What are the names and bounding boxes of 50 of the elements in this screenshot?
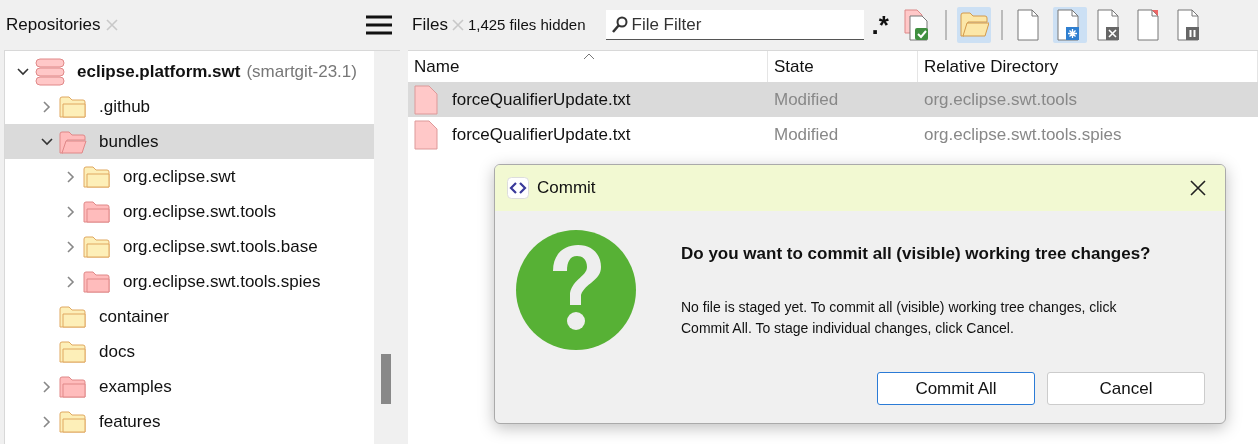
tree-item[interactable]: container bbox=[5, 299, 374, 334]
scrollbar-thumb[interactable] bbox=[381, 354, 391, 404]
file-name: forceQualifierUpdate.txt bbox=[452, 88, 631, 111]
panel-title: Files bbox=[412, 14, 448, 37]
expand-icon[interactable] bbox=[41, 380, 53, 393]
sort-icon bbox=[583, 53, 595, 60]
tree-item[interactable]: features bbox=[5, 404, 374, 439]
tree-item[interactable]: examples bbox=[5, 369, 374, 404]
expand-icon[interactable] bbox=[65, 275, 77, 288]
collapse-icon[interactable] bbox=[17, 65, 29, 78]
file-name: forceQualifierUpdate.txt bbox=[452, 123, 631, 146]
tree-item[interactable]: .github bbox=[5, 89, 374, 124]
app-icon bbox=[507, 177, 529, 199]
file-row[interactable]: forceQualifierUpdate.txt Modified org.eclipse.swt.tools.spies bbox=[408, 117, 1258, 152]
tree-item[interactable]: org.eclipse.swt.tools.base bbox=[5, 229, 374, 264]
dialog-button[interactable]: Cancel bbox=[1047, 372, 1205, 405]
expand-icon[interactable] bbox=[65, 205, 77, 218]
collapse-icon[interactable] bbox=[41, 135, 53, 148]
tree-item[interactable]: bundles bbox=[5, 124, 374, 159]
file-state: Modified bbox=[773, 123, 840, 146]
dialog-title: Commit bbox=[537, 177, 596, 200]
dialog-button[interactable]: Commit All bbox=[877, 372, 1035, 405]
file-filter-field[interactable]: File Filter bbox=[605, 10, 864, 40]
question-icon bbox=[515, 229, 637, 351]
file-row[interactable]: forceQualifierUpdate.txt Modified org.eclipse.swt.tools bbox=[408, 82, 1258, 117]
panel-title: Repositories bbox=[6, 14, 101, 37]
close-icon[interactable] bbox=[1189, 179, 1207, 197]
dialog-question: Do you want to commit all (visible) working tree changes? bbox=[681, 243, 1152, 265]
menu-icon[interactable] bbox=[366, 15, 392, 35]
expand-icon[interactable] bbox=[65, 240, 77, 253]
tree-item[interactable]: docs bbox=[5, 334, 374, 369]
file-icon bbox=[414, 84, 438, 115]
expand-icon[interactable] bbox=[65, 170, 77, 183]
file-state: Modified bbox=[773, 88, 840, 111]
branch-label: (smartgit-23.1) bbox=[246, 60, 357, 83]
file-icon bbox=[414, 119, 438, 150]
hidden-files-count: 1,425 files hidden bbox=[467, 14, 586, 35]
tree-item[interactable]: org.eclipse.swt.tools bbox=[5, 194, 374, 229]
expand-icon[interactable] bbox=[41, 100, 53, 113]
tree-item[interactable]: org.eclipse.swt bbox=[5, 159, 374, 194]
search-icon bbox=[610, 16, 629, 34]
tree-item[interactable]: org.eclipse.swt.tools.spies bbox=[5, 264, 374, 299]
file-directory: org.eclipse.swt.tools bbox=[923, 88, 1079, 111]
dialog-message: No file is staged yet. To commit all (visible) working tree changes, click Commit All. To stage individual changes, click Cancel. bbox=[681, 297, 1118, 338]
folder-button[interactable] bbox=[956, 7, 991, 43]
tree-item[interactable]: eclipse.platform.swt (smartgit-23.1) bbox=[5, 54, 374, 89]
expand-icon[interactable] bbox=[41, 415, 53, 428]
file-directory: org.eclipse.swt.tools.spies bbox=[923, 123, 1123, 146]
regex-toggle[interactable]: .* bbox=[871, 12, 889, 38]
file-new-button[interactable] bbox=[1052, 7, 1087, 43]
